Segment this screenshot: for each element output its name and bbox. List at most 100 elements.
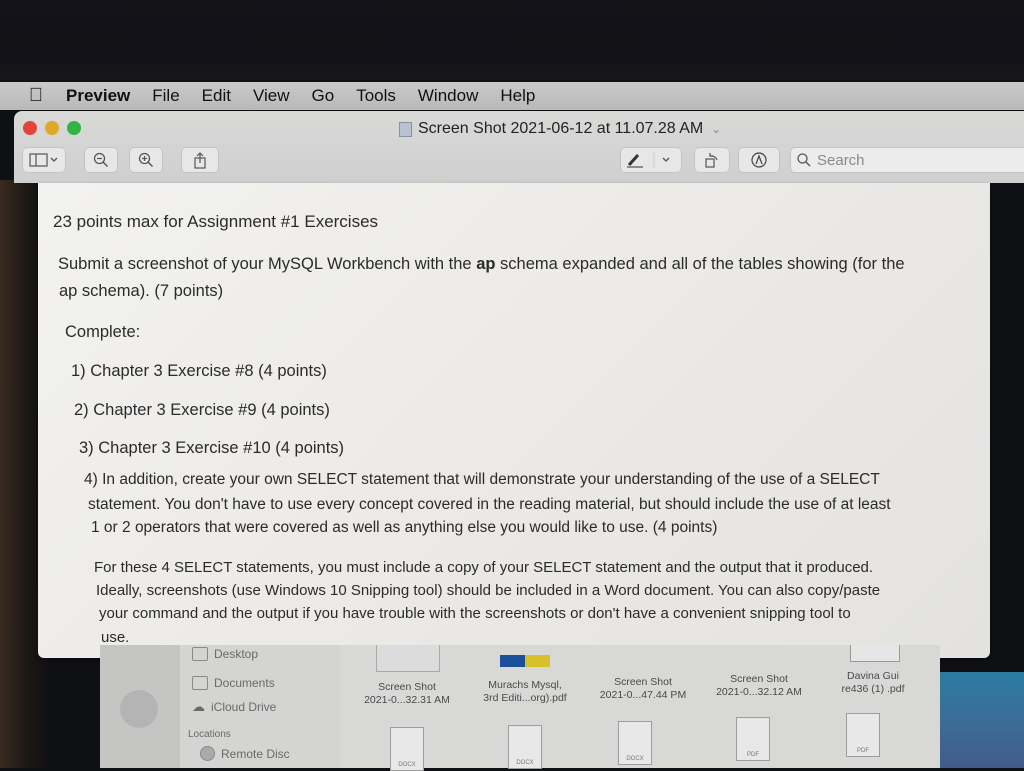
sidebar-item-remote-disc[interactable]: Remote Disc: [200, 746, 290, 761]
file-thumbnail-top-2: [850, 645, 900, 662]
share-button[interactable]: [181, 147, 219, 173]
sidebar-item-documents[interactable]: Documents: [192, 676, 275, 690]
submit-instruction-line-1: Submit a screenshot of your MySQL Workbe…: [58, 255, 905, 274]
footer-line-1: For these 4 SELECT statements, you must …: [94, 559, 874, 576]
menu-app-name[interactable]: Preview: [66, 86, 130, 106]
preview-window-titlebar: . Screen Shot 2021-06-12 at 11.07.28 AM …: [14, 111, 1024, 183]
file-thumbnail-top: [376, 645, 440, 672]
zoom-in-icon: [138, 152, 153, 167]
zoom-out-icon: [93, 152, 108, 167]
document-proxy-icon: .: [399, 121, 412, 137]
exercise-item-4-line-2: statement. You don't have to use every c…: [88, 496, 891, 513]
docx-file-icon[interactable]: DOCX: [618, 721, 652, 765]
menu-help[interactable]: Help: [500, 86, 535, 106]
file-name-line-2: re436 (1) .pdf: [841, 683, 905, 695]
ap-schema-bold: ap: [476, 255, 496, 273]
file-item[interactable]: Murachs Mysql, 3rd Editi...org).pdf: [470, 679, 580, 705]
monitor-bezel: [0, 0, 1024, 80]
close-window-button[interactable]: [23, 121, 37, 135]
disc-icon: [200, 746, 215, 761]
sidebar-item-desktop[interactable]: Desktop: [192, 647, 258, 661]
file-name-line-2: 2021-0...32.12 AM: [716, 686, 802, 698]
sidebar-label-desktop: Desktop: [214, 647, 259, 661]
sidebar-label-documents: Documents: [214, 676, 275, 690]
file-item[interactable]: Screen Shot 2021-0...32.12 AM: [704, 673, 814, 699]
desktop-icon: [192, 647, 208, 661]
rotate-icon: [705, 153, 718, 168]
submit-text-b: schema expanded and all of the tables sh…: [495, 255, 905, 273]
exercise-item-4-line-1: 4) In addition, create your own SELECT s…: [84, 471, 880, 488]
file-item[interactable]: Screen Shot 2021-0...32.31 AM: [352, 681, 462, 707]
menu-view[interactable]: View: [253, 86, 290, 106]
sidebar-section-locations: Locations: [188, 729, 231, 740]
zoom-in-button[interactable]: [129, 147, 163, 173]
menu-bar:  Preview File Edit View Go Tools Window…: [0, 82, 1024, 110]
markup-pen-button[interactable]: [620, 147, 682, 173]
fullscreen-window-button[interactable]: [67, 121, 81, 135]
finder-sidebar: Desktop Documents ☁ iCloud Drive Location…: [180, 645, 340, 768]
search-icon: [797, 153, 811, 167]
menu-window[interactable]: Window: [418, 86, 478, 106]
markup-toolbar-icon: [751, 152, 767, 168]
zoom-out-button[interactable]: [84, 147, 118, 173]
pdf-file-icon[interactable]: PDF: [736, 717, 770, 761]
file-item[interactable]: Screen Shot 2021-0...47.44 PM: [588, 676, 698, 702]
footer-line-2: Ideally, screenshots (use Windows 10 Sni…: [96, 582, 881, 599]
file-type-label: PDF: [747, 752, 759, 758]
menu-go[interactable]: Go: [312, 86, 335, 106]
file-type-label: DOCX: [398, 762, 416, 768]
sidebar-label-remote-disc: Remote Disc: [221, 746, 290, 761]
share-icon: [194, 151, 206, 169]
footer-line-4: use.: [101, 629, 130, 646]
file-name-line-1: Screen Shot: [614, 676, 672, 688]
rotate-button[interactable]: [694, 147, 730, 173]
file-name-line-1: Screen Shot: [378, 681, 436, 693]
submit-text-a: Submit a screenshot of your MySQL Workbe…: [58, 255, 477, 273]
documents-icon: [192, 676, 208, 690]
file-name-line-2: 3rd Editi...org).pdf: [483, 692, 567, 704]
docx-file-icon[interactable]: DOCX: [390, 727, 424, 771]
file-name-line-2: 2021-0...47.44 PM: [599, 689, 687, 701]
annotate-button[interactable]: [738, 147, 780, 173]
finder-file-grid: Screen Shot 2021-0...32.31 AM Murachs Mys…: [340, 645, 940, 771]
chevron-down-icon: ⌄: [711, 122, 722, 136]
search-placeholder: Search: [817, 151, 865, 169]
desktop-wallpaper: [940, 672, 1024, 768]
exercise-item-4-line-3: 1 or 2 operators that were covered as we…: [91, 519, 718, 536]
user-avatar: [120, 690, 158, 728]
file-name-line-2: 2021-0...32.31 AM: [364, 694, 450, 706]
sidebar-icon: [29, 153, 58, 167]
file-type-label: DOCX: [516, 760, 534, 766]
finder-window: Desktop Documents ☁ iCloud Drive Location…: [100, 645, 940, 771]
submit-instruction-line-2: ap schema). (7 points): [59, 282, 224, 300]
sidebar-toggle-button[interactable]: [22, 147, 66, 173]
window-title-text: Screen Shot 2021-06-12 at 11.07.28 AM: [418, 120, 704, 137]
file-name-line-1: Screen Shot: [730, 673, 788, 685]
file-type-label: PDF: [857, 748, 869, 754]
minimize-window-button[interactable]: [45, 121, 59, 135]
search-field[interactable]: Search: [790, 147, 1024, 173]
document-page: 23 points max for Assignment #1 Exercise…: [38, 183, 990, 658]
complete-label: Complete:: [65, 323, 141, 341]
pen-icon: [627, 152, 670, 168]
window-title[interactable]: . Screen Shot 2021-06-12 at 11.07.28 AM …: [399, 120, 721, 138]
file-name-line-1: Davina Gui: [847, 670, 899, 682]
document-heading: 23 points max for Assignment #1 Exercise…: [53, 212, 379, 231]
pdf-file-icon[interactable]: PDF: [846, 713, 880, 757]
sidebar-label-icloud: iCloud Drive: [211, 700, 277, 714]
file-item[interactable]: Davina Gui re436 (1) .pdf: [818, 670, 928, 696]
footer-line-3: your command and the output if you have …: [99, 605, 851, 622]
menu-file[interactable]: File: [152, 86, 179, 106]
file-name-line-1: Murachs Mysql,: [488, 679, 562, 691]
sidebar-item-icloud-drive[interactable]: ☁ iCloud Drive: [192, 699, 276, 715]
file-type-label: DOCX: [626, 756, 644, 762]
exercise-item-2: 2) Chapter 3 Exercise #9 (4 points): [74, 401, 330, 419]
exercise-item-3: 3) Chapter 3 Exercise #10 (4 points): [79, 439, 345, 457]
finder-account-pane: [100, 645, 180, 768]
docx-file-icon[interactable]: DOCX: [508, 725, 542, 769]
menu-tools[interactable]: Tools: [356, 86, 396, 106]
cloud-icon: ☁: [192, 699, 205, 714]
menu-edit[interactable]: Edit: [202, 86, 231, 106]
apple-menu-icon[interactable]: : [26, 85, 46, 107]
book-cover-thumbnail: [500, 655, 550, 667]
